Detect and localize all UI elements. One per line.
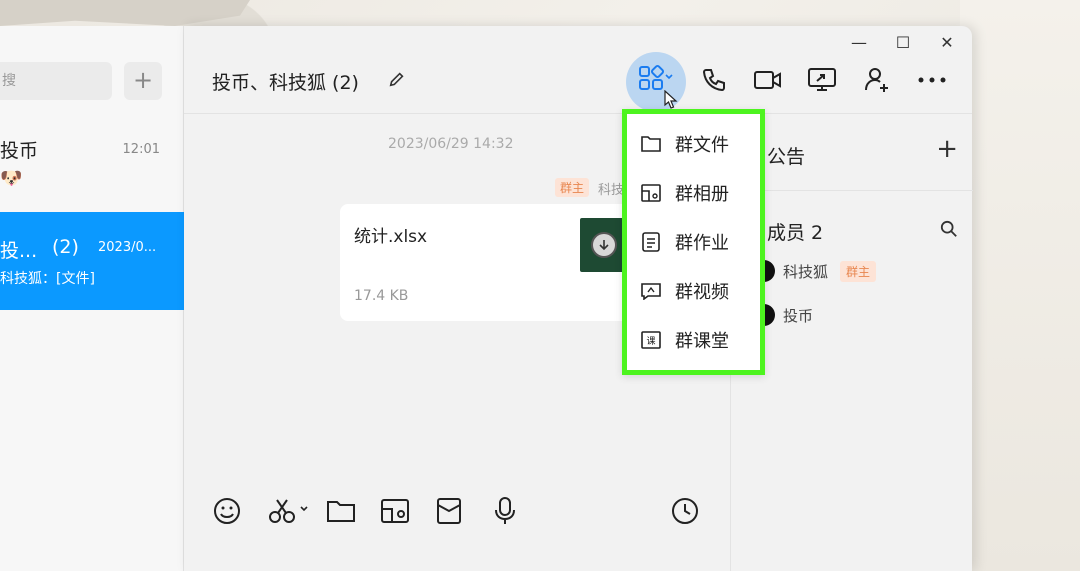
search-input[interactable]: 搜 xyxy=(0,62,112,100)
mouse-cursor-icon xyxy=(664,90,678,109)
menu-item-group-album[interactable]: 群相册 xyxy=(641,173,761,213)
chat-title[interactable]: 投币、科技狐 (2) xyxy=(212,68,359,95)
menu-item-label: 群视频 xyxy=(675,282,729,303)
message-timestamp: 2023/06/29 14:32 xyxy=(388,136,514,152)
conversation-list-panel: 搜 + 投币 12:01 🐶 投... (2) 2023/0... 科技狐：[文… xyxy=(0,26,184,571)
owner-badge: 群主 xyxy=(840,260,877,282)
input-toolbar xyxy=(184,482,730,542)
owner-badge: 群主 xyxy=(555,178,590,197)
divider xyxy=(731,190,973,191)
members-label: 成员 2 xyxy=(767,222,824,244)
red-packet-icon[interactable] xyxy=(434,496,464,526)
emoji-icon[interactable] xyxy=(212,496,242,526)
conversation-item-selected[interactable]: 投... (2) 2023/0... 科技狐：[文件] xyxy=(0,212,184,310)
more-icon[interactable] xyxy=(914,62,950,98)
conversation-member-count: (2) xyxy=(52,236,79,258)
background-right xyxy=(960,0,1080,571)
video-chat-icon xyxy=(641,281,661,301)
menu-item-label: 群作业 xyxy=(675,233,729,254)
chat-window: — ☐ ✕ 投币、科技狐 (2) 2023/06/29 14:32 群主 科技 … xyxy=(184,26,973,571)
chat-header: 投币、科技狐 (2) xyxy=(184,26,972,114)
download-icon[interactable] xyxy=(591,232,617,258)
scissors-icon[interactable] xyxy=(266,496,314,526)
conversation-item[interactable]: 投币 12:01 🐶 xyxy=(0,110,184,208)
menu-item-group-classroom[interactable]: 课 群课堂 xyxy=(641,320,761,360)
menu-item-group-homework[interactable]: 群作业 xyxy=(641,222,761,262)
menu-item-group-files[interactable]: 群文件 xyxy=(641,124,761,164)
phone-icon[interactable] xyxy=(696,62,732,98)
member-name: 投币 xyxy=(783,306,814,325)
file-name: 统计.xlsx xyxy=(354,227,428,247)
mic-icon[interactable] xyxy=(490,496,520,526)
menu-item-label: 群文件 xyxy=(675,135,729,156)
folder-icon xyxy=(641,134,661,154)
search-icon[interactable] xyxy=(940,220,958,238)
member-name: 科技狐 xyxy=(783,262,829,281)
add-notice-button[interactable]: + xyxy=(936,134,958,164)
sender-name: 科技 xyxy=(598,183,625,198)
menu-item-label: 群相册 xyxy=(675,184,729,205)
menu-item-label: 群课堂 xyxy=(675,331,729,352)
notice-label: 公告 xyxy=(767,146,806,168)
emoji-sticker-icon: 🐶 xyxy=(0,168,23,189)
conversation-preview: 科技狐：[文件] xyxy=(0,271,95,287)
add-button[interactable]: + xyxy=(124,62,162,100)
add-member-icon[interactable] xyxy=(860,62,896,98)
screen-share-icon[interactable] xyxy=(804,62,840,98)
homework-icon xyxy=(641,232,661,252)
edit-pencil-icon[interactable] xyxy=(388,70,406,88)
member-item[interactable]: 科技狐 群主 xyxy=(761,260,877,282)
menu-item-group-video[interactable]: 群视频 xyxy=(641,271,761,311)
conversation-time: 12:01 xyxy=(122,142,160,157)
image-icon[interactable] xyxy=(380,496,410,526)
file-size: 17.4 KB xyxy=(354,288,409,304)
album-icon xyxy=(641,183,661,203)
history-icon[interactable] xyxy=(670,496,700,526)
file-message-card[interactable]: 统计.xlsx 17.4 KB xyxy=(340,204,630,321)
conversation-name: 投币 xyxy=(0,140,39,162)
group-apps-dropdown: 群文件 群相册 群作业 群视频 课 群课堂 xyxy=(622,109,765,375)
video-icon[interactable] xyxy=(750,62,786,98)
group-info-panel: 公告 + 成员 2 科技狐 群主 投币 xyxy=(730,114,973,571)
member-item[interactable]: 投币 xyxy=(761,304,813,326)
conversation-time: 2023/0... xyxy=(98,240,157,255)
folder-icon[interactable] xyxy=(326,496,356,526)
conversation-name: 投... xyxy=(0,240,38,262)
svg-text:课: 课 xyxy=(646,336,655,347)
classroom-icon: 课 xyxy=(641,330,661,350)
